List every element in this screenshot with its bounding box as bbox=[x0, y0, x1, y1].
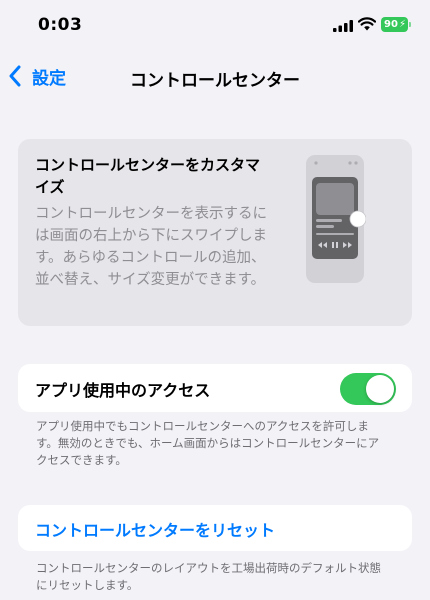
charging-bolt-icon: ⚡ bbox=[398, 19, 406, 30]
card-title: コントロールセンターをカスタマイズ bbox=[35, 156, 261, 196]
card-description: コントロールセンターを表示するには画面の右上から下にスワイプします。あらゆるコン… bbox=[35, 206, 267, 288]
battery-charging-icon: 90 ⚡ bbox=[381, 17, 408, 32]
wifi-icon bbox=[358, 17, 376, 31]
control-center-settings-screen: 0:03 90 ⚡ 設定 コントロールセンター コントロールセンターをカスタマイ… bbox=[0, 0, 430, 600]
customize-info-card: コントロールセンターをカスタマイズ コントロールセンターを表示するには画面の右上… bbox=[18, 139, 412, 326]
access-in-apps-label: アプリ使用中のアクセス bbox=[35, 381, 211, 400]
reset-row: コントロールセンターをリセット bbox=[18, 505, 412, 551]
reset-control-center-button[interactable]: コントロールセンターをリセット bbox=[35, 517, 275, 541]
access-in-apps-toggle[interactable] bbox=[340, 373, 396, 405]
status-time: 0:03 bbox=[38, 15, 83, 35]
battery-nub bbox=[409, 22, 411, 27]
access-in-apps-footnote: アプリ使用中でもコントロールセンターへのアクセスを許可します。無効のときでも、ホ… bbox=[36, 419, 380, 467]
page-title: コントロールセンター bbox=[130, 71, 300, 91]
navigation-bar: 設定 コントロールセンター bbox=[0, 52, 430, 100]
toggle-knob bbox=[366, 375, 394, 403]
battery-level: 90 bbox=[384, 19, 398, 30]
phone-swipe-illustration bbox=[306, 155, 366, 283]
reset-footnote: コントロールセンターのレイアウトを工場出荷時のデフォルト状態にリセットします。 bbox=[36, 561, 381, 592]
status-bar: 0:03 90 ⚡ bbox=[0, 0, 430, 52]
access-in-apps-row: アプリ使用中のアクセス bbox=[18, 364, 412, 412]
cellular-signal-icon bbox=[333, 20, 353, 32]
